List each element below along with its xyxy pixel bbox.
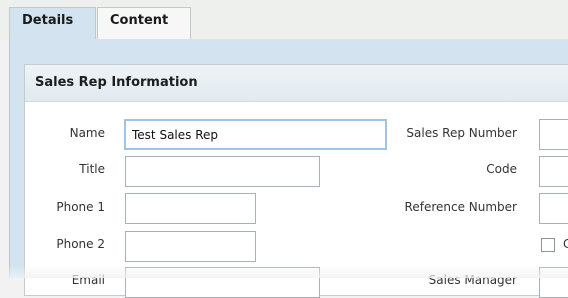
partial-checkbox-label: C [563, 237, 568, 251]
name-input[interactable] [124, 119, 387, 150]
sales-rep-information-section: Sales Rep Information Name Title Phone 1… [24, 64, 568, 298]
tab-content[interactable]: Content [97, 7, 191, 39]
tab-details[interactable]: Details [9, 7, 96, 39]
reference-number-label: Reference Number [404, 200, 517, 214]
section-title: Sales Rep Information [35, 75, 198, 90]
sales-rep-number-label: Sales Rep Number [406, 126, 517, 140]
reference-number-input[interactable] [539, 193, 568, 224]
email-label: Email [71, 273, 105, 287]
name-label: Name [69, 126, 105, 140]
section-header: Sales Rep Information [25, 65, 568, 102]
title-label: Title [79, 162, 105, 176]
partial-checkbox[interactable] [541, 238, 555, 252]
tab-bar: Details Content [0, 0, 568, 40]
code-label: Code [486, 162, 517, 176]
code-input[interactable] [539, 156, 568, 187]
phone1-input[interactable] [125, 193, 256, 224]
sales-manager-input[interactable] [539, 267, 568, 298]
phone1-label: Phone 1 [56, 200, 105, 214]
sales-manager-label: Sales Manager [428, 273, 517, 287]
sales-rep-number-input[interactable] [539, 119, 568, 150]
email-input[interactable] [125, 267, 320, 298]
details-panel: Sales Rep Information Name Title Phone 1… [9, 39, 568, 298]
phone2-input[interactable] [125, 231, 256, 262]
phone2-label: Phone 2 [56, 237, 105, 251]
title-input[interactable] [125, 156, 320, 187]
